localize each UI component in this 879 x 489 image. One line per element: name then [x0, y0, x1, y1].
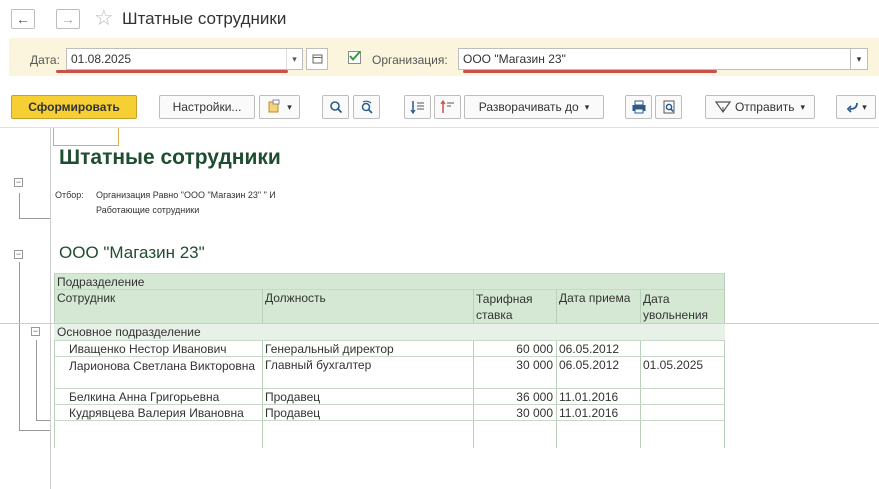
find-button[interactable] [322, 95, 349, 119]
sort-descending-button[interactable] [434, 95, 461, 119]
dismissal-date-cell[interactable]: 01.05.2025 [640, 357, 724, 373]
date-label: Дата: [30, 53, 60, 67]
tree-line [36, 340, 37, 421]
grid-line [54, 420, 725, 421]
header-rate: Тарифная ставка [476, 292, 533, 322]
print-button[interactable] [625, 95, 652, 119]
org-heading: ООО "Магазин 23" [59, 243, 205, 262]
position-cell[interactable]: Продавец [262, 389, 473, 405]
variants-button[interactable]: ▾ [259, 95, 300, 119]
grid-line [724, 273, 725, 448]
rate-cell[interactable]: 30 000 [473, 405, 556, 421]
employee-cell[interactable]: Белкина Анна Григорьевна [66, 389, 262, 405]
active-cell-marker [53, 128, 119, 146]
org-field[interactable]: ООО "Магазин 23" [458, 48, 868, 70]
employee-cell[interactable]: Ларионова Светлана Викторовна [66, 357, 262, 375]
org-checkbox[interactable] [348, 50, 361, 64]
position-cell[interactable]: Главный бухгалтер [262, 357, 473, 373]
report-title: Штатные сотрудники [59, 146, 281, 169]
rate-cell[interactable]: 36 000 [473, 389, 556, 405]
settings-button[interactable]: Настройки... [159, 95, 255, 119]
send-button[interactable]: Отправить ▾ [705, 95, 815, 119]
window-title: Штатные сотрудники [122, 9, 287, 28]
org-underline [463, 70, 717, 73]
expand-to-button[interactable]: Разворачивать до ▾ [464, 95, 604, 119]
employee-cell[interactable]: Кудрявцева Валерия Ивановна [66, 405, 262, 421]
filter-label: Отбор: [55, 190, 84, 200]
rate-cell[interactable]: 30 000 [473, 357, 556, 373]
expand-to-label: Разворачивать до [478, 100, 579, 114]
date-field[interactable]: 01.08.2025 ▾ [66, 48, 303, 70]
hire-date-cell[interactable]: 11.01.2016 [556, 389, 640, 405]
dismissal-date-cell[interactable] [640, 405, 724, 407]
header-position: Должность [265, 291, 326, 305]
hire-date-cell[interactable]: 11.01.2016 [556, 405, 640, 421]
collapse-header-toggle[interactable]: − [14, 178, 23, 187]
date-underline [56, 70, 288, 73]
tree-line [19, 430, 50, 431]
org-label: Организация: [372, 53, 448, 67]
collapse-group-toggle[interactable]: − [31, 327, 40, 336]
filter-line-2: Работающие сотрудники [96, 205, 200, 215]
tree-panel-border [50, 128, 51, 489]
checkmark-icon [349, 50, 361, 62]
header-group-column: Подразделение [57, 275, 145, 289]
find-next-button[interactable] [353, 95, 380, 119]
generate-button[interactable]: Сформировать [11, 95, 137, 119]
dismissal-date-cell[interactable] [640, 389, 724, 391]
search-icon [329, 101, 342, 114]
date-dropdown-button[interactable]: ▾ [286, 49, 302, 69]
header-dismissal-date: Дата увольнения [643, 292, 709, 322]
print-preview-icon [663, 100, 674, 114]
chevron-down-icon: ▾ [862, 101, 867, 112]
arrow-right-icon: → [61, 11, 75, 27]
collapse-org-toggle[interactable]: − [14, 250, 23, 259]
position-cell[interactable]: Генеральный директор [262, 341, 473, 357]
printer-icon [632, 100, 645, 114]
hire-date-cell[interactable]: 06.05.2012 [556, 357, 640, 373]
send-icon [714, 101, 731, 114]
hire-date-cell[interactable]: 06.05.2012 [556, 341, 640, 357]
report-variant-icon [268, 99, 280, 113]
print-preview-button[interactable] [655, 95, 682, 119]
tree-line [36, 420, 50, 421]
tree-line [19, 218, 50, 219]
header-hire-date: Дата приема [559, 291, 631, 305]
calendar-icon [312, 54, 323, 64]
return-arrow-icon [846, 102, 859, 113]
search-next-icon [361, 100, 373, 114]
rate-cell[interactable]: 60 000 [473, 341, 556, 357]
back-button[interactable]: ← [11, 9, 35, 29]
arrow-left-icon: ← [16, 11, 30, 27]
filter-line-1: Организация Равно "ООО "Магазин 23" " И [96, 190, 276, 200]
date-value: 01.08.2025 [71, 52, 132, 66]
favorite-star-icon[interactable]: ☆ [94, 5, 114, 31]
tree-line [19, 262, 20, 431]
header-employee: Сотрудник [57, 291, 116, 305]
org-value: ООО "Магазин 23" [463, 52, 566, 66]
send-label: Отправить [734, 100, 795, 114]
sort-ascending-icon [410, 101, 424, 114]
forward-button[interactable]: → [56, 9, 80, 29]
group-row-label: Основное подразделение [57, 325, 201, 339]
chevron-down-icon: ▾ [584, 101, 590, 112]
sort-ascending-button[interactable] [404, 95, 431, 119]
sort-descending-icon [440, 100, 454, 113]
calendar-button[interactable] [306, 48, 328, 70]
org-dropdown-button[interactable]: ▾ [850, 48, 868, 70]
chevron-down-icon: ▾ [287, 101, 292, 112]
chevron-down-icon: ▾ [800, 101, 806, 112]
report-top-border [0, 127, 879, 128]
employee-cell[interactable]: Иващенко Нестор Иванович [66, 341, 262, 357]
position-cell[interactable]: Продавец [262, 405, 473, 421]
dismissal-date-cell[interactable] [640, 341, 724, 343]
tree-line [19, 193, 20, 219]
more-button[interactable]: ▾ [836, 95, 876, 119]
